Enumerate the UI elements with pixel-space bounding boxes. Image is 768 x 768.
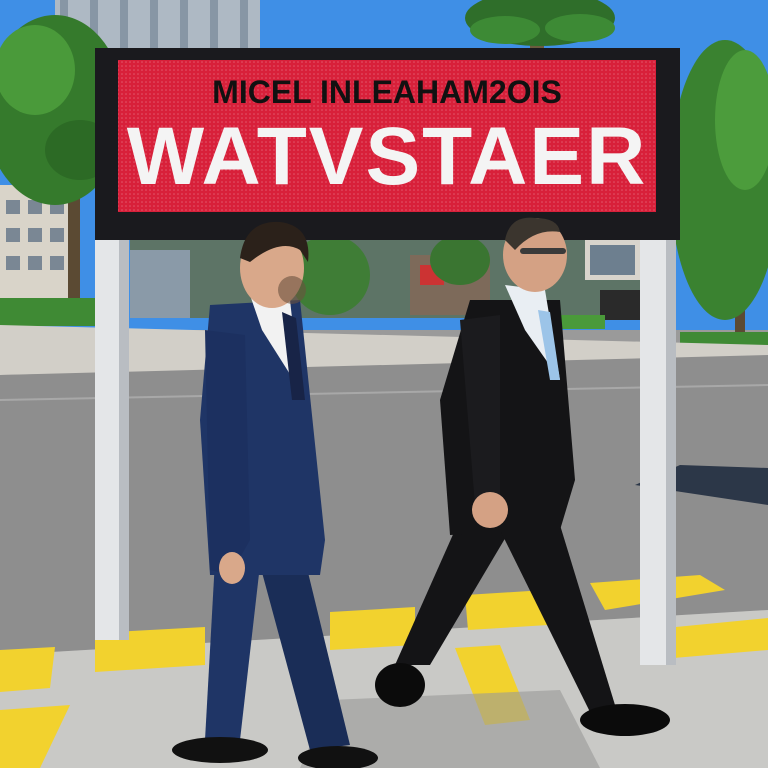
photo-scene: MICEL INLEAHAM2OIS WATVSTAER bbox=[0, 0, 768, 768]
sign-top-line: MICEL INLEAHAM2OIS bbox=[212, 74, 562, 110]
left-hedge bbox=[0, 298, 95, 326]
sign-main-line: WATVSTAER bbox=[126, 112, 648, 202]
